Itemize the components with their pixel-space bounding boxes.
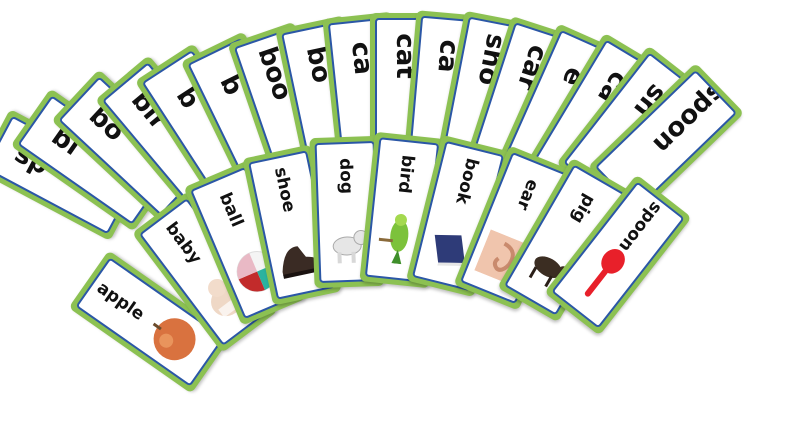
card-word: book: [451, 155, 483, 207]
card-word: dog: [335, 157, 357, 195]
card-word: ball: [214, 189, 248, 231]
card-word: ear: [512, 176, 543, 213]
card-word: shoe: [270, 165, 300, 215]
card-word: spoon: [614, 197, 666, 256]
flashcard-fan: spbibobirbbboobocacatcashocarecashspoon …: [0, 0, 800, 435]
card-word: apple: [92, 277, 149, 325]
card-word: pig: [566, 190, 600, 227]
card-word: bird: [393, 153, 418, 195]
